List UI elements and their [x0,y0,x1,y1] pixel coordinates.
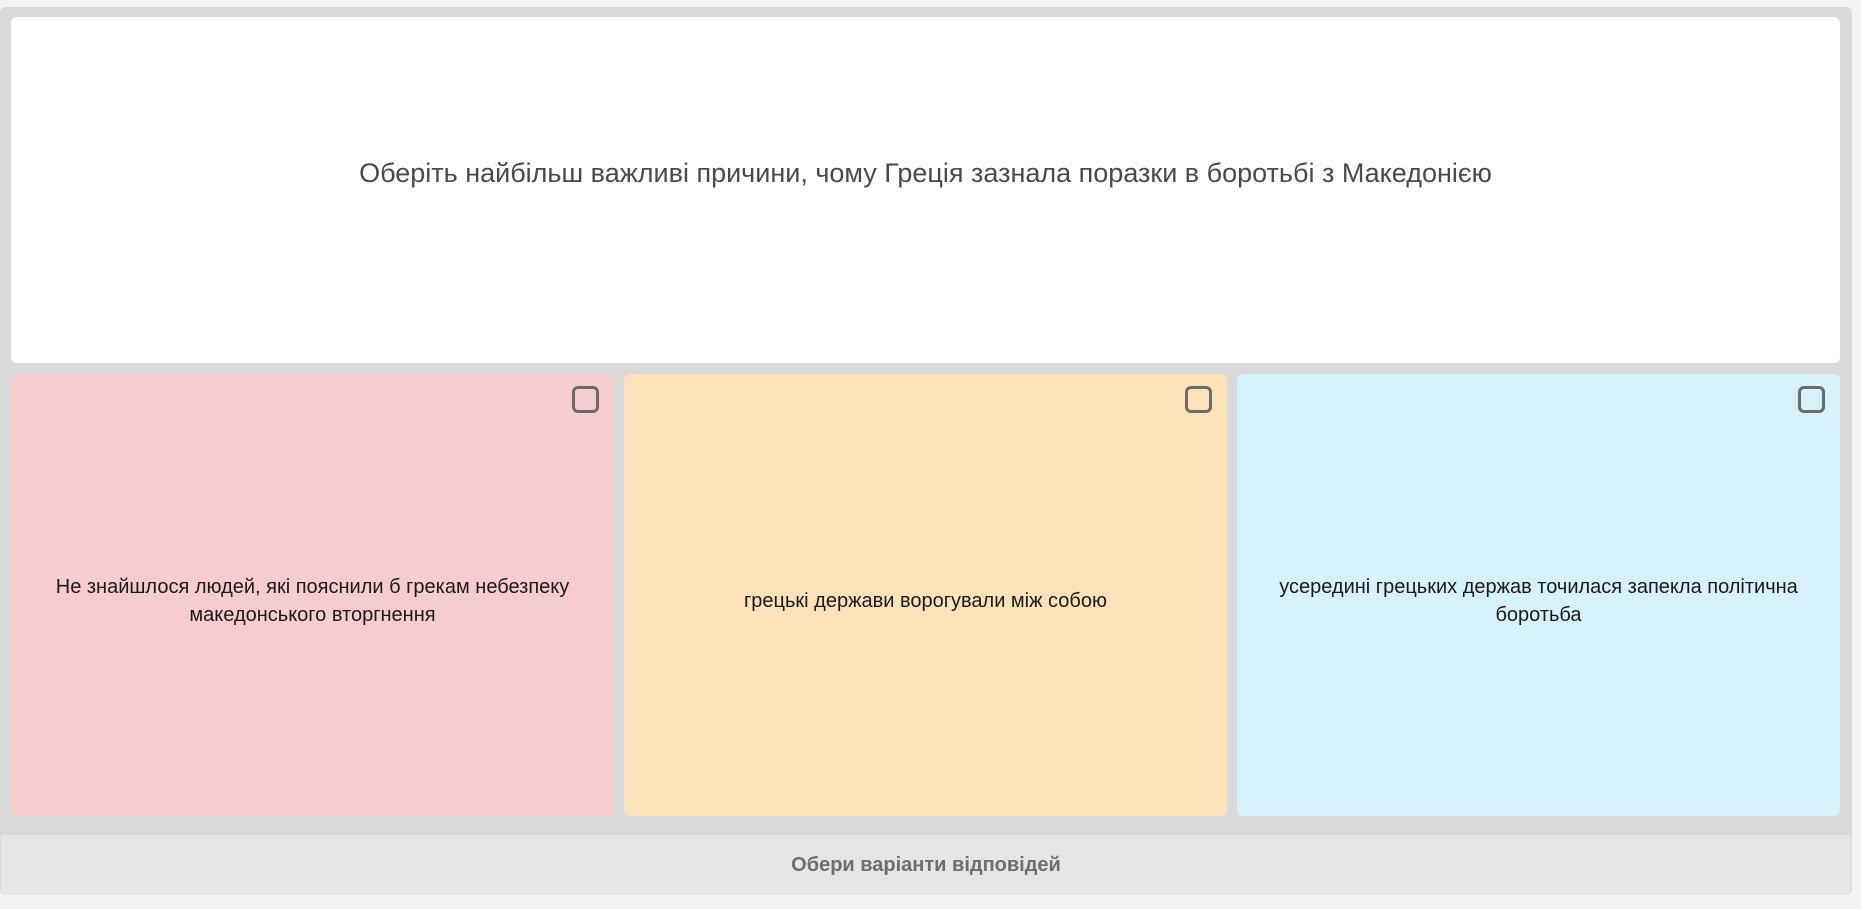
question-text: Оберіть найбільш важливі причини, чому Г… [359,157,1492,188]
answer-option-2[interactable]: грецькі держави ворогували між собою [624,374,1227,816]
answer-option-text: грецькі держави ворогували між собою [744,590,1107,612]
answer-option-text: усередині грецьких держав точилася запек… [1279,576,1798,626]
question-card: Оберіть найбільш важливі причини, чому Г… [11,17,1840,363]
checkbox-icon[interactable] [572,386,599,413]
answer-options: Не знайшлося людей, які пояснили б грека… [11,374,1840,816]
answer-option-3[interactable]: усередині грецьких держав точилася запек… [1237,374,1840,816]
quiz-container: Оберіть найбільш важливі причини, чому Г… [0,7,1852,895]
answer-option-1[interactable]: Не знайшлося людей, які пояснили б грека… [11,374,614,816]
checkbox-icon[interactable] [1798,386,1825,413]
answer-option-text: Не знайшлося людей, які пояснили б грека… [55,576,570,626]
instruction-bar: Обери варіанти відповідей [1,835,1851,895]
instruction-text: Обери варіанти відповідей [791,853,1061,876]
checkbox-icon[interactable] [1185,386,1212,413]
